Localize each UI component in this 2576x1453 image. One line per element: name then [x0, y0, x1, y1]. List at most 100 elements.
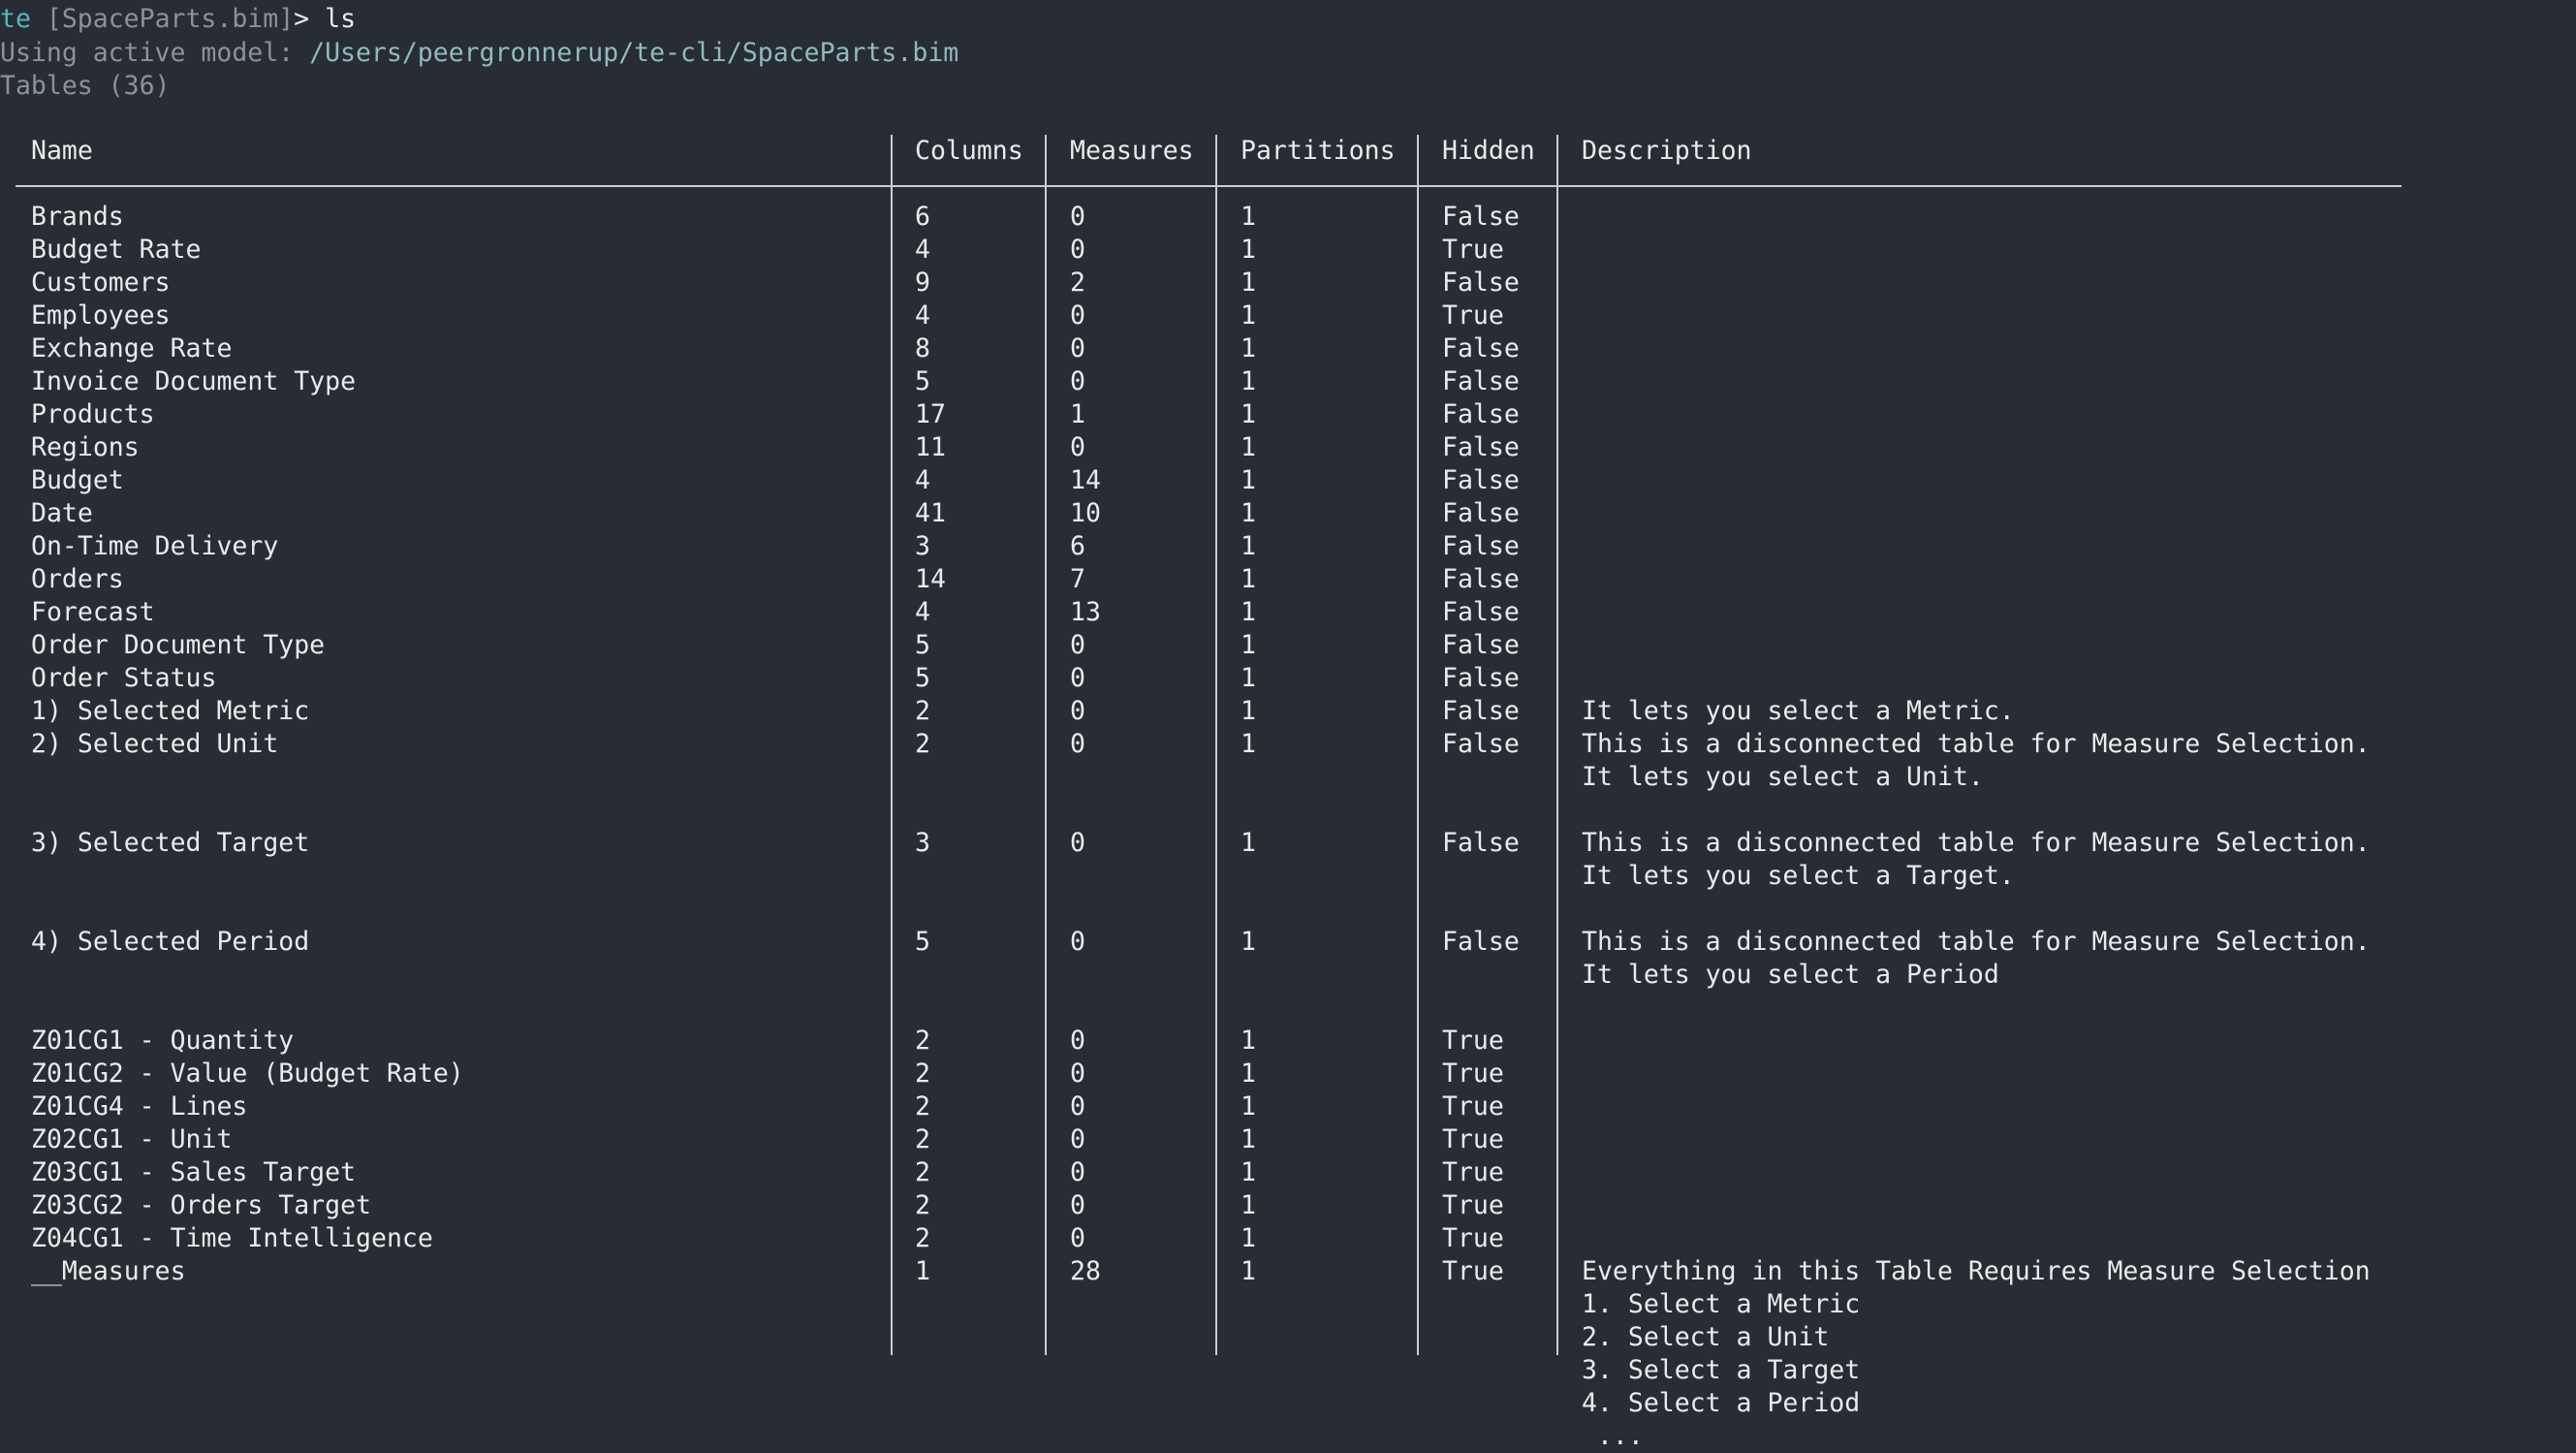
- header-hidden: Hidden: [1442, 136, 1535, 166]
- cell-partitions: 1: [1241, 531, 1256, 561]
- prompt-line: te [SpaceParts.bim]> ls: [0, 3, 356, 36]
- cell-name: 1) Selected Metric: [31, 696, 310, 726]
- cell-description: It lets you select a Period: [1582, 960, 1999, 990]
- cell-partitions: 1: [1241, 1091, 1256, 1121]
- cell-columns: 9: [915, 268, 930, 298]
- cell-description: It lets you select a Unit.: [1582, 762, 1984, 792]
- cell-columns: 41: [915, 498, 946, 528]
- cell-partitions: 1: [1241, 399, 1256, 429]
- header-columns: Columns: [915, 136, 1023, 166]
- cell-partitions: 1: [1241, 268, 1256, 298]
- cell-name: Order Document Type: [31, 630, 326, 660]
- cell-name: On-Time Delivery: [31, 531, 279, 561]
- cell-measures: 0: [1070, 696, 1085, 726]
- cell-name: Z01CG2 - Value (Budget Rate): [31, 1058, 464, 1089]
- prompt-command[interactable]: ls: [325, 4, 356, 34]
- cell-columns: 2: [915, 696, 930, 726]
- cell-columns: 2: [915, 1091, 930, 1121]
- cell-partitions: 1: [1241, 1058, 1256, 1089]
- cell-description: Everything in this Table Requires Measur…: [1582, 1256, 2371, 1286]
- cell-columns: 8: [915, 333, 930, 363]
- cell-hidden: True: [1442, 1026, 1504, 1056]
- cell-description: 2. Select a Unit: [1582, 1322, 1830, 1352]
- column-divider: [891, 135, 893, 1355]
- cell-hidden: True: [1442, 1190, 1504, 1220]
- cell-name: __Measures: [31, 1256, 186, 1286]
- cell-name: Regions: [31, 432, 140, 462]
- cell-hidden: False: [1442, 333, 1520, 363]
- cell-name: Budget Rate: [31, 235, 202, 265]
- cell-name: Employees: [31, 300, 171, 331]
- cell-partitions: 1: [1241, 597, 1256, 627]
- cell-columns: 4: [915, 235, 930, 265]
- cell-partitions: 1: [1241, 696, 1256, 726]
- cell-hidden: True: [1442, 1058, 1504, 1089]
- cell-hidden: True: [1442, 1157, 1504, 1187]
- cell-measures: 0: [1070, 333, 1085, 363]
- cell-hidden: False: [1442, 202, 1520, 232]
- cell-measures: 0: [1070, 300, 1085, 331]
- cell-description: ...: [1582, 1421, 1644, 1451]
- cell-partitions: 1: [1241, 828, 1256, 858]
- cell-partitions: 1: [1241, 927, 1256, 957]
- header-description: Description: [1582, 136, 1752, 166]
- cell-columns: 3: [915, 828, 930, 858]
- header-divider: [16, 185, 2402, 187]
- cell-name: Brands: [31, 202, 124, 232]
- cell-hidden: False: [1442, 564, 1520, 594]
- cell-partitions: 1: [1241, 630, 1256, 660]
- cell-name: Invoice Document Type: [31, 366, 357, 396]
- cell-hidden: False: [1442, 630, 1520, 660]
- column-divider: [1556, 135, 1558, 1355]
- cell-description: This is a disconnected table for Measure…: [1582, 729, 2371, 759]
- cell-measures: 10: [1070, 498, 1101, 528]
- active-model-line: Using active model: /Users/peergronnerup…: [0, 37, 958, 70]
- cell-partitions: 1: [1241, 333, 1256, 363]
- cell-name: Customers: [31, 268, 171, 298]
- column-divider: [1215, 135, 1217, 1355]
- cell-measures: 2: [1070, 268, 1085, 298]
- cell-name: Forecast: [31, 597, 155, 627]
- cell-columns: 5: [915, 927, 930, 957]
- cell-description: This is a disconnected table for Measure…: [1582, 828, 2371, 858]
- cell-columns: 2: [915, 1026, 930, 1056]
- prompt-app: te: [0, 4, 31, 34]
- cell-hidden: False: [1442, 531, 1520, 561]
- cell-columns: 2: [915, 729, 930, 759]
- column-divider: [1045, 135, 1047, 1355]
- tables-count: Tables (36): [0, 71, 171, 101]
- cell-columns: 5: [915, 630, 930, 660]
- cell-partitions: 1: [1241, 1124, 1256, 1154]
- cell-name: Z04CG1 - Time Intelligence: [31, 1223, 433, 1253]
- cell-name: 4) Selected Period: [31, 927, 310, 957]
- cell-hidden: True: [1442, 1091, 1504, 1121]
- cell-columns: 4: [915, 465, 930, 495]
- cell-description: 4. Select a Period: [1582, 1388, 1861, 1418]
- cell-hidden: False: [1442, 828, 1520, 858]
- cell-description: 1. Select a Metric: [1582, 1289, 1861, 1319]
- cell-measures: 0: [1070, 202, 1085, 232]
- cell-measures: 0: [1070, 1124, 1085, 1154]
- cell-hidden: False: [1442, 927, 1520, 957]
- column-divider: [1417, 135, 1419, 1355]
- cell-partitions: 1: [1241, 1190, 1256, 1220]
- cell-measures: 0: [1070, 927, 1085, 957]
- cell-name: 3) Selected Target: [31, 828, 310, 858]
- cell-columns: 5: [915, 663, 930, 693]
- cell-hidden: False: [1442, 696, 1520, 726]
- cell-columns: 4: [915, 300, 930, 331]
- cell-measures: 0: [1070, 1058, 1085, 1089]
- active-model-label: Using active model:: [0, 38, 295, 68]
- cell-partitions: 1: [1241, 432, 1256, 462]
- cell-name: Orders: [31, 564, 124, 594]
- cell-partitions: 1: [1241, 1157, 1256, 1187]
- cell-columns: 4: [915, 597, 930, 627]
- cell-name: Order Status: [31, 663, 217, 693]
- cell-hidden: False: [1442, 663, 1520, 693]
- cell-partitions: 1: [1241, 663, 1256, 693]
- cell-measures: 0: [1070, 1223, 1085, 1253]
- cell-measures: 0: [1070, 235, 1085, 265]
- cell-measures: 0: [1070, 1026, 1085, 1056]
- prompt-symbol: >: [294, 4, 310, 34]
- cell-partitions: 1: [1241, 366, 1256, 396]
